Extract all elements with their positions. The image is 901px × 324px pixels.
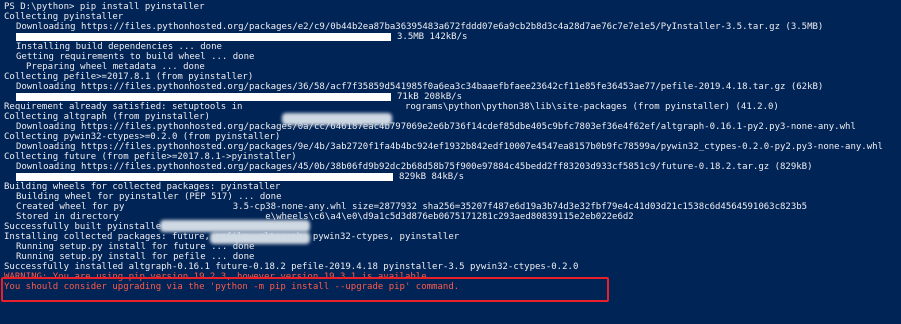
output-line: Getting requirements to build wheel ... …	[16, 52, 255, 62]
highlight-box	[1, 277, 609, 302]
output-line: Collecting pyinstaller	[4, 12, 124, 22]
output-line: Collecting pefile>=2017.8.1 (from pyinst…	[4, 72, 254, 82]
progress-bar	[16, 93, 391, 101]
output-line: Collecting pywin32-ctypes>=0.2.0 (from p…	[4, 132, 281, 142]
output-line: Downloading https://files.pythonhosted.o…	[16, 22, 824, 32]
progress-bar	[16, 33, 391, 41]
output-line: Collecting altgraph (from pyinstaller)	[4, 112, 210, 122]
output-line: Installing collected packages: future, p…	[4, 232, 460, 242]
redaction-blur	[282, 113, 392, 125]
output-line: Downloading https://files.pythonhosted.o…	[16, 162, 813, 172]
output-line: Building wheel for pyinstaller (PEP 517)…	[16, 192, 282, 202]
download-progress: 71kB 208kB/s	[4, 92, 901, 102]
output-line: Preparing wheel metadata ... done	[26, 62, 205, 72]
output-line: Successfully installed altgraph-0.16.1 f…	[4, 262, 579, 272]
redaction-blur	[160, 220, 310, 232]
output-line: Successfully built pyinstaller	[4, 222, 167, 232]
output-line: Downloading https://files.pythonhosted.o…	[16, 122, 856, 132]
output-line: Downloading https://files.pythonhosted.o…	[16, 142, 883, 152]
output-line: Building wheels for collected packages: …	[4, 182, 281, 192]
progress-bar	[16, 173, 393, 181]
output-line: Running setup.py install for pefile ... …	[16, 252, 255, 262]
output-line: Created wheel for py 3.5-cp38-none-any.w…	[16, 202, 808, 212]
output-line: Running setup.py install for future ... …	[16, 242, 255, 252]
progress-text: 3.5MB 142kB/s	[397, 32, 468, 42]
output-line: Installing build dependencies ... done	[16, 42, 222, 52]
output-line: Requirement already satisfied: setuptool…	[4, 102, 779, 112]
progress-text: 71kB 208kB/s	[397, 92, 463, 102]
output-line: Downloading https://files.pythonhosted.o…	[16, 82, 824, 92]
output-line: Stored in directory e\wheels\c6\a4\e0\d9…	[16, 212, 634, 222]
redaction-blur	[210, 232, 310, 244]
progress-text: 829kB 84kB/s	[399, 172, 465, 182]
powershell-terminal[interactable]: PS D:\python> pip install pyinstaller Col…	[0, 0, 901, 324]
output-line: Collecting future (from pefile>=2017.8.1…	[4, 152, 297, 162]
download-progress: 3.5MB 142kB/s	[4, 32, 901, 42]
download-progress: 829kB 84kB/s	[4, 172, 901, 182]
output-line: PS D:\python> pip install pyinstaller	[4, 2, 205, 12]
